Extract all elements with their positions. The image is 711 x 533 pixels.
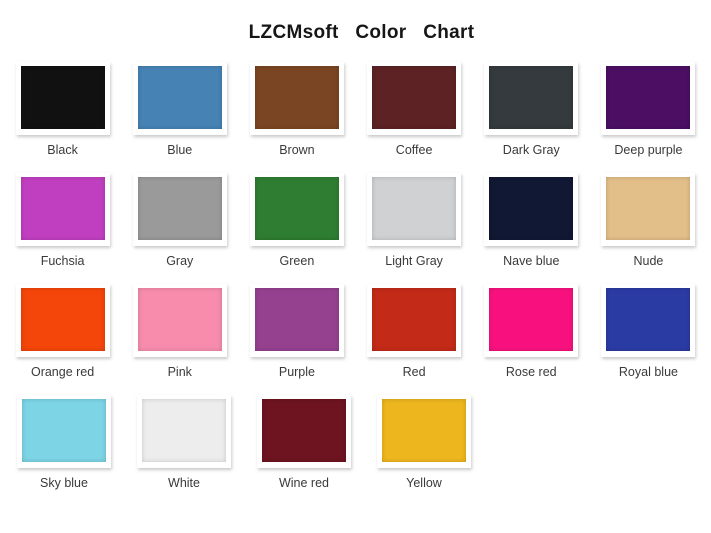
swatch-label: Orange red [30,365,95,379]
swatch-frame [601,62,696,135]
swatch-label: Sky blue [40,476,88,490]
swatch-label: White [168,476,200,490]
swatch-item[interactable]: Fuchsia [4,173,121,268]
swatch-color-tile [606,66,691,129]
swatch-row: Fuchsia Gray Green Light Gray Nave blue Nude [4,173,707,284]
swatch-frame [132,284,227,357]
swatch-item[interactable]: Yellow [364,395,484,490]
swatch-color-tile [606,177,691,240]
swatch-item[interactable]: Dark Gray [473,62,590,157]
swatch-color-tile [254,177,339,240]
swatch-color-tile [254,288,339,351]
swatch-frame [249,284,344,357]
swatch-frame [15,62,110,135]
swatch-label: Deep purple [614,143,683,157]
swatch-frame [367,173,462,246]
swatch-color-tile [372,288,457,351]
swatch-item[interactable]: Orange red [4,284,121,379]
swatch-label: Green [279,254,315,268]
swatch-item[interactable]: Royal blue [590,284,707,379]
swatch-item[interactable]: Light Gray [356,173,473,268]
swatch-label: Black [47,143,78,157]
page-title: LZCMsoft Color Chart [248,22,475,43]
swatch-color-tile [20,288,105,351]
swatch-color-tile [142,399,226,462]
swatch-item[interactable]: Rose red [473,284,590,379]
swatch-color-tile [20,177,105,240]
swatch-item[interactable]: Wine red [244,395,364,490]
swatch-color-tile [372,66,457,129]
swatch-color-tile [137,66,222,129]
swatch-item[interactable]: Green [238,173,355,268]
swatch-item[interactable]: Sky blue [4,395,124,490]
swatch-item[interactable]: Nude [590,173,707,268]
swatch-label: Brown [279,143,315,157]
swatch-color-tile [262,399,346,462]
swatch-grid: Black Blue Brown Coffee Dark Gray Deep purple… [0,62,711,506]
swatch-label: Royal blue [618,365,678,379]
swatch-label: Yellow [406,476,442,490]
swatch-frame [257,395,351,468]
swatch-frame [484,284,579,357]
swatch-color-tile [489,66,574,129]
swatch-item[interactable]: Deep purple [590,62,707,157]
swatch-item[interactable]: Gray [121,173,238,268]
swatch-color-tile [489,288,574,351]
swatch-row: Sky blue White Wine red Yellow [4,395,707,506]
swatch-frame [15,284,110,357]
swatch-frame [601,284,696,357]
swatch-label: Nude [633,254,664,268]
swatch-color-tile [254,66,339,129]
swatch-label: Rose red [505,365,557,379]
swatch-item[interactable]: Nave blue [473,173,590,268]
swatch-label: Wine red [278,476,330,490]
swatch-label: Nave blue [503,254,560,268]
swatch-color-tile [20,66,105,129]
swatch-color-tile [22,399,106,462]
swatch-frame [15,173,110,246]
swatch-label: Coffee [395,143,433,157]
swatch-color-tile [137,177,222,240]
swatch-frame [377,395,471,468]
swatch-frame [484,173,579,246]
swatch-frame [601,173,696,246]
swatch-frame [132,173,227,246]
swatch-frame [132,62,227,135]
swatch-item[interactable]: Purple [238,284,355,379]
swatch-frame [249,173,344,246]
swatch-label: Red [402,365,426,379]
swatch-row: Orange red Pink Purple Red Rose red Royal blu… [4,284,707,395]
swatch-color-tile [372,177,457,240]
swatch-color-tile [137,288,222,351]
swatch-label: Pink [167,365,192,379]
swatch-frame [249,62,344,135]
swatch-item[interactable]: Red [356,284,473,379]
swatch-item[interactable]: Coffee [356,62,473,157]
swatch-frame [17,395,111,468]
swatch-row: Black Blue Brown Coffee Dark Gray Deep purple [4,62,707,173]
swatch-label: Light Gray [385,254,443,268]
swatch-label: Fuchsia [40,254,85,268]
swatch-item[interactable]: Black [4,62,121,157]
swatch-label: Purple [278,365,315,379]
swatch-frame [484,62,579,135]
swatch-color-tile [489,177,574,240]
swatch-color-tile [382,399,466,462]
swatch-label: Blue [167,143,193,157]
color-chart-page: LZCMsoft Color Chart Black Blue Brown Coffe… [0,0,711,533]
swatch-item[interactable]: Brown [238,62,355,157]
swatch-item[interactable]: Pink [121,284,238,379]
swatch-frame [367,62,462,135]
swatch-item[interactable]: White [124,395,244,490]
swatch-label: Gray [166,254,194,268]
swatch-label: Dark Gray [502,143,560,157]
swatch-color-tile [606,288,691,351]
swatch-frame [367,284,462,357]
swatch-item[interactable]: Blue [121,62,238,157]
swatch-frame [137,395,231,468]
